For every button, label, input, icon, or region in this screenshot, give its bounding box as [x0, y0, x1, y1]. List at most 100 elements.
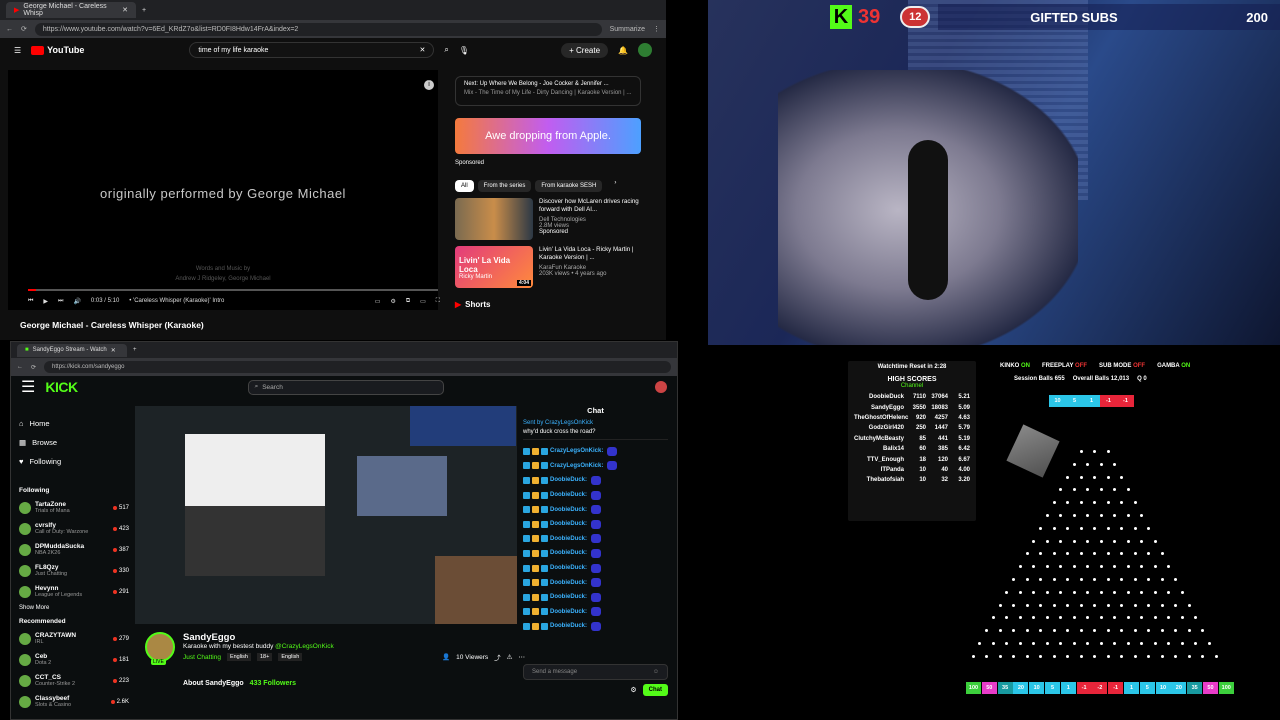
- captions-icon[interactable]: ▭: [375, 298, 381, 305]
- new-tab-icon[interactable]: +: [133, 347, 137, 353]
- gear-icon[interactable]: ⚙: [630, 686, 636, 694]
- chat-send-button[interactable]: Chat: [642, 684, 668, 696]
- chat-message[interactable]: DoobieDuck:: [523, 619, 668, 634]
- streamer-avatar[interactable]: [145, 632, 175, 662]
- create-button[interactable]: + Create: [561, 42, 609, 58]
- sidebar-item-home[interactable]: ⌂ Home: [19, 414, 129, 433]
- chat-username[interactable]: DoobieDuck:: [550, 492, 587, 498]
- chat-username[interactable]: DoobieDuck:: [550, 536, 587, 542]
- hamburger-icon[interactable]: ☰: [14, 46, 21, 55]
- channel-item[interactable]: Classybeef Slots & Casino 2.6K: [19, 691, 129, 712]
- bell-icon[interactable]: 🔔: [618, 46, 628, 55]
- pinned-message[interactable]: Sent by CrazyLegsOnKick why'd duck cross…: [523, 418, 668, 440]
- back-icon[interactable]: ←: [6, 26, 13, 33]
- clear-search-icon[interactable]: ✕: [419, 46, 425, 54]
- chat-message[interactable]: DoobieDuck:: [523, 473, 668, 488]
- chat-message[interactable]: DoobieDuck:: [523, 488, 668, 503]
- play-icon[interactable]: ▶: [43, 298, 48, 305]
- sidebar-item-browse[interactable]: ▦ Browse: [19, 433, 129, 452]
- microphone-icon[interactable]: 🎙: [459, 46, 469, 55]
- chat-username[interactable]: CrazyLegsOnKick:: [550, 448, 603, 454]
- show-more-link[interactable]: Show More: [19, 605, 129, 611]
- close-tab-icon[interactable]: ✕: [111, 347, 116, 354]
- search-icon[interactable]: ⌕: [444, 45, 448, 55]
- chat-username[interactable]: DoobieDuck:: [550, 594, 587, 600]
- video-thumbnail[interactable]: [455, 198, 533, 240]
- chat-input[interactable]: Send a message ☺: [523, 664, 668, 680]
- close-tab-icon[interactable]: ✕: [122, 6, 128, 14]
- category-link[interactable]: Just Chatting: [183, 654, 221, 661]
- chat-message[interactable]: DoobieDuck:: [523, 517, 668, 532]
- reload-icon[interactable]: ⟳: [31, 364, 36, 371]
- chat-username[interactable]: DoobieDuck:: [550, 580, 587, 586]
- list-item[interactable]: Livin' La Vida Loca Ricky Martin 4:04 Li…: [455, 246, 641, 288]
- chip-all[interactable]: All: [455, 180, 474, 192]
- channel-item[interactable]: Hevynn League of Legends 291: [19, 581, 129, 602]
- chip-karaoke-sesh[interactable]: From karaoke SESH: [535, 180, 603, 192]
- video-thumbnail[interactable]: Livin' La Vida Loca Ricky Martin 4:04: [455, 246, 533, 288]
- new-tab-icon[interactable]: +: [142, 7, 146, 14]
- report-icon[interactable]: ⚠: [507, 653, 513, 661]
- channel-item[interactable]: FL8Qzy Just Chatting 330: [19, 560, 129, 581]
- next-icon[interactable]: ⏭: [58, 298, 63, 305]
- chat-username[interactable]: DoobieDuck:: [550, 609, 587, 615]
- tag[interactable]: English: [226, 653, 251, 661]
- summarize-button[interactable]: Summarize: [610, 26, 645, 33]
- kick-video-player[interactable]: [135, 406, 517, 624]
- chat-username[interactable]: DoobieDuck:: [550, 477, 587, 483]
- next-up-card[interactable]: Next: Up Where We Belong - Joe Cocker & …: [455, 76, 641, 106]
- info-icon[interactable]: i: [424, 80, 434, 90]
- youtube-logo[interactable]: YouTube: [31, 45, 84, 55]
- miniplayer-icon[interactable]: ⧉: [406, 298, 410, 305]
- channel-item[interactable]: CRAZYTAWN IRL 279: [19, 628, 129, 649]
- video-player[interactable]: i originally performed by George Michael…: [8, 70, 440, 310]
- back-icon[interactable]: ←: [17, 364, 23, 370]
- streamer-name[interactable]: SandyEggo: [183, 632, 525, 643]
- search-input[interactable]: ⌕ Search: [247, 379, 444, 395]
- reload-icon[interactable]: ⟳: [21, 25, 27, 33]
- avatar[interactable]: [638, 43, 652, 57]
- kick-logo[interactable]: KICK: [45, 379, 78, 395]
- fullscreen-icon[interactable]: ⛶: [436, 298, 440, 305]
- channel-item[interactable]: CCT_CS Counter-Strike 2 223: [19, 670, 129, 691]
- chat-username[interactable]: DoobieDuck:: [550, 521, 587, 527]
- search-input[interactable]: time of my life karaoke ✕: [189, 42, 435, 58]
- previous-icon[interactable]: ⏮: [28, 298, 33, 305]
- chat-message[interactable]: DoobieDuck:: [523, 605, 668, 620]
- volume-icon[interactable]: 🔊: [73, 298, 80, 305]
- emoji-icon[interactable]: ☺: [653, 669, 659, 675]
- tag[interactable]: English: [278, 653, 303, 661]
- tag[interactable]: 18+: [256, 653, 273, 661]
- browser-tab[interactable]: ▶ George Michael - Careless Whisp ✕: [6, 2, 136, 18]
- url-field[interactable]: https://www.youtube.com/watch?v=6Ed_KRdZ…: [34, 22, 602, 36]
- chat-message[interactable]: DoobieDuck:: [523, 561, 668, 576]
- chevron-right-icon[interactable]: ›: [614, 180, 616, 192]
- chat-message[interactable]: DoobieDuck:: [523, 590, 668, 605]
- url-field[interactable]: https://kick.com/sandyeggo: [44, 361, 671, 373]
- list-item[interactable]: Discover how McLaren drives racing forwa…: [455, 198, 641, 240]
- channel-item[interactable]: Ceb Dota 2 181: [19, 649, 129, 670]
- chat-message[interactable]: CrazyLegsOnKick:: [523, 459, 668, 474]
- channel-item[interactable]: DPMuddaSucka NBA 2K26 387: [19, 539, 129, 560]
- chapter-label[interactable]: • 'Careless Whisper (Karaoke)' Intro: [129, 298, 224, 304]
- chat-message[interactable]: DoobieDuck:: [523, 532, 668, 547]
- channel-item[interactable]: cvrslfy Call of Duty: Warzone 423: [19, 518, 129, 539]
- chat-message[interactable]: DoobieDuck:: [523, 502, 668, 517]
- share-icon[interactable]: ⤴: [494, 652, 501, 662]
- browser-tab[interactable]: ■ SandyEggo Stream - Watch ✕: [17, 343, 127, 357]
- chat-username[interactable]: DoobieDuck:: [550, 565, 587, 571]
- chip-series[interactable]: From the series: [477, 180, 532, 192]
- chat-message[interactable]: DoobieDuck:: [523, 546, 668, 561]
- avatar[interactable]: [655, 381, 667, 393]
- ad-banner[interactable]: Awe dropping from Apple.: [455, 118, 641, 154]
- chat-username[interactable]: DoobieDuck:: [550, 623, 587, 629]
- chat-message[interactable]: DoobieDuck:: [523, 575, 668, 590]
- sidebar-item-following[interactable]: ♥ Following: [19, 452, 129, 471]
- chat-username[interactable]: CrazyLegsOnKick:: [550, 463, 603, 469]
- gear-icon[interactable]: ⚙: [390, 298, 395, 305]
- chat-username[interactable]: DoobieDuck:: [550, 507, 587, 513]
- menu-icon[interactable]: ⋮: [653, 25, 660, 33]
- chat-message[interactable]: CrazyLegsOnKick:: [523, 444, 668, 459]
- mention-link[interactable]: @CrazyLegsOnKick: [275, 643, 334, 650]
- chat-username[interactable]: DoobieDuck:: [550, 550, 587, 556]
